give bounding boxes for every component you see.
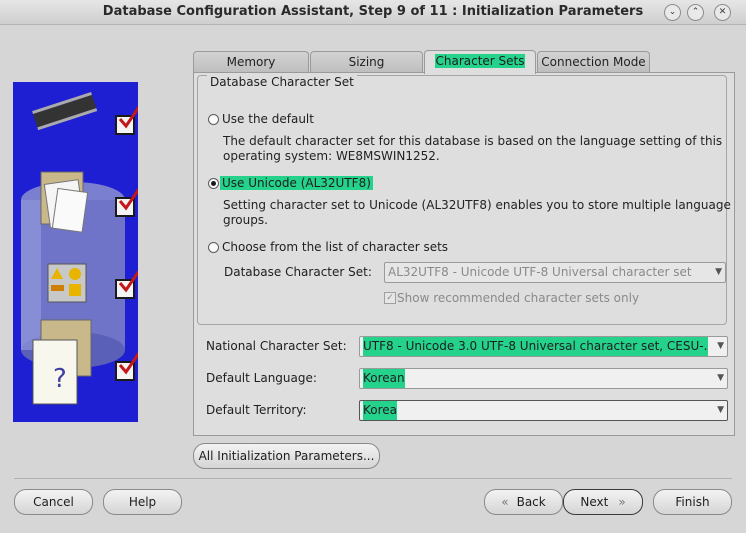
tab-memory[interactable]: Memory: [193, 51, 309, 73]
database-charset-select[interactable]: AL32UTF8 - Unicode UTF-8 Universal chara…: [384, 262, 726, 283]
default-territory-label: Default Territory:: [206, 403, 307, 417]
chevron-down-icon: ▼: [717, 341, 724, 351]
chevron-down-icon: ▼: [717, 373, 724, 383]
chevron-down-icon: ▼: [715, 267, 722, 277]
group-legend: Database Character Set: [207, 75, 357, 89]
question-icon: ?: [53, 364, 67, 394]
national-charset-label: National Character Set:: [206, 339, 347, 353]
radio-use-unicode[interactable]: [208, 178, 219, 189]
back-button[interactable]: «Back: [484, 489, 563, 515]
radio-label-use-unicode[interactable]: Use Unicode (AL32UTF8): [220, 176, 373, 190]
show-recommended-checkbox[interactable]: ✓: [384, 292, 396, 304]
default-description-line1: The default character set for this datab…: [223, 134, 723, 148]
minimize-button[interactable]: ⌄: [664, 4, 681, 21]
next-button[interactable]: Next»: [563, 489, 643, 515]
tab-character-sets[interactable]: Character Sets: [424, 50, 536, 74]
all-init-params-button[interactable]: All Initialization Parameters...: [193, 443, 380, 469]
chevron-right-icon: »: [618, 495, 626, 509]
default-language-select[interactable]: Korean ▼: [359, 368, 728, 389]
close-icon: ✕: [718, 7, 727, 17]
chevron-up-icon: ⌃: [691, 7, 700, 17]
radio-use-default[interactable]: [208, 114, 219, 125]
chevron-left-icon: «: [501, 495, 509, 509]
cancel-button[interactable]: Cancel: [14, 489, 93, 515]
radio-choose-from-list[interactable]: [208, 242, 219, 253]
national-charset-select[interactable]: UTF8 - Unicode 3.0 UTF-8 Universal chara…: [359, 336, 728, 357]
default-territory-select[interactable]: Korea ▼: [359, 400, 728, 421]
wizard-illustration: ?: [13, 82, 138, 422]
check-marks: [118, 106, 138, 375]
default-language-label: Default Language:: [206, 371, 317, 385]
radio-label-use-default[interactable]: Use the default: [222, 112, 314, 126]
unicode-description-line1: Setting character set to Unicode (AL32UT…: [223, 198, 731, 212]
close-button[interactable]: ✕: [714, 4, 731, 21]
default-description-line2: operating system: WE8MSWIN1252.: [223, 149, 440, 163]
help-button[interactable]: Help: [103, 489, 182, 515]
show-recommended-label: Show recommended character sets only: [397, 291, 640, 305]
radio-label-choose-from-list[interactable]: Choose from the list of character sets: [222, 240, 448, 254]
tab-sizing[interactable]: Sizing: [310, 51, 423, 73]
footer-separator: [14, 478, 732, 479]
finish-button[interactable]: Finish: [653, 489, 732, 515]
unicode-description-line2: groups.: [223, 213, 268, 227]
tab-connection-mode[interactable]: Connection Mode: [537, 51, 650, 73]
database-charset-list-label: Database Character Set:: [224, 265, 372, 279]
chevron-down-icon: ▼: [717, 405, 724, 415]
window-title: Database Configuration Assistant, Step 9…: [102, 4, 644, 19]
maximize-button[interactable]: ⌃: [687, 4, 704, 21]
chevron-down-icon: ⌄: [668, 7, 677, 17]
